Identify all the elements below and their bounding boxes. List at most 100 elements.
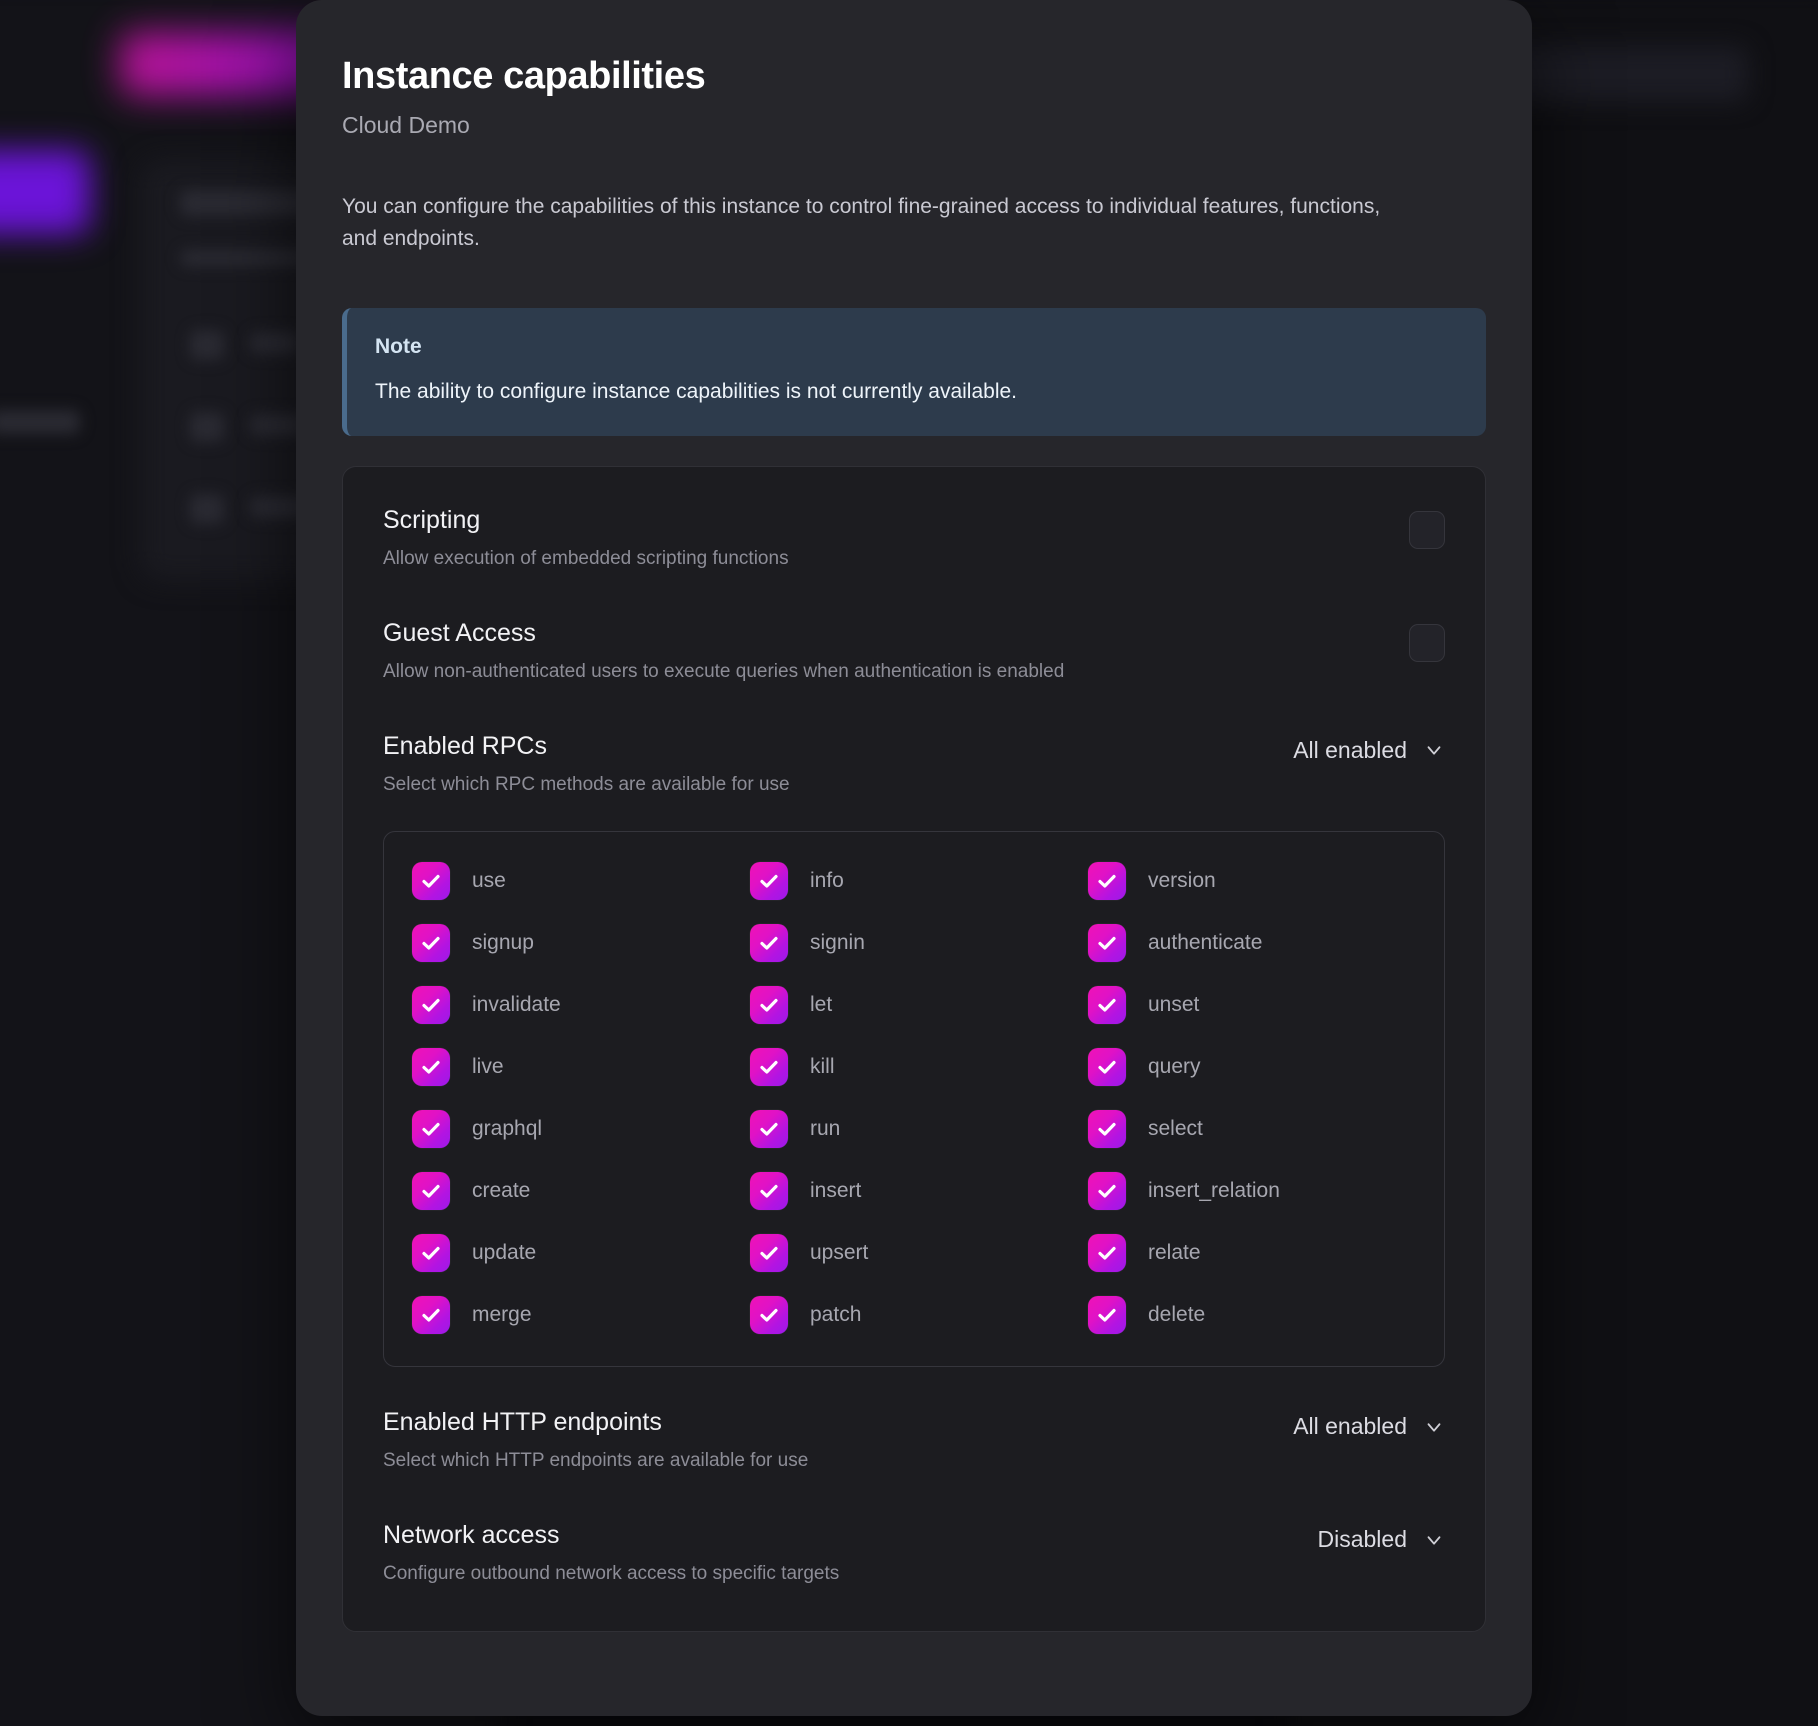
rpc-method-label: kill [810, 1055, 835, 1079]
rpc-method-kill[interactable]: kill [750, 1048, 1078, 1087]
enabled-rpcs-title: Enabled RPCs [383, 731, 547, 760]
rpc-method-update[interactable]: update [412, 1234, 740, 1273]
checkbox-checked-icon[interactable] [1088, 1172, 1126, 1211]
checkbox-checked-icon[interactable] [1088, 1048, 1126, 1087]
rpc-method-live[interactable]: live [412, 1048, 740, 1087]
checkbox-checked-icon[interactable] [750, 1296, 788, 1335]
chevron-down-icon [1423, 1416, 1445, 1438]
checkbox-checked-icon[interactable] [750, 1048, 788, 1087]
rpc-method-insert_relation[interactable]: insert_relation [1088, 1172, 1416, 1211]
checkbox-checked-icon[interactable] [750, 1234, 788, 1273]
checkbox-checked-icon[interactable] [1088, 862, 1126, 901]
rpc-method-authenticate[interactable]: authenticate [1088, 924, 1416, 963]
rpc-method-info[interactable]: info [750, 862, 1078, 901]
setting-row-enabled-rpcs: Enabled RPCs Select which RPC methods ar… [383, 731, 1445, 798]
checkbox-checked-icon[interactable] [750, 1172, 788, 1211]
enabled-rpcs-description: Select which RPC methods are available f… [383, 773, 790, 795]
checkbox-checked-icon[interactable] [750, 986, 788, 1025]
setting-row-http-endpoints: Enabled HTTP endpoints Select which HTTP… [383, 1407, 1445, 1474]
checkbox-checked-icon[interactable] [412, 1172, 450, 1211]
rpc-method-unset[interactable]: unset [1088, 986, 1416, 1025]
rpc-method-version[interactable]: version [1088, 862, 1416, 901]
rpc-method-use[interactable]: use [412, 862, 740, 901]
network-access-title: Network access [383, 1521, 560, 1550]
http-endpoints-dropdown[interactable]: All enabled [1293, 1413, 1445, 1440]
rpc-method-delete[interactable]: delete [1088, 1296, 1416, 1335]
rpc-method-insert[interactable]: insert [750, 1172, 1078, 1211]
rpc-method-invalidate[interactable]: invalidate [412, 986, 740, 1025]
rpc-method-relate[interactable]: relate [1088, 1234, 1416, 1273]
rpc-method-label: insert [810, 1179, 862, 1203]
rpc-method-run[interactable]: run [750, 1110, 1078, 1149]
rpc-method-label: merge [472, 1303, 532, 1327]
rpc-method-label: live [472, 1055, 504, 1079]
rpc-method-label: delete [1148, 1303, 1206, 1327]
note-callout: Note The ability to configure instance c… [342, 307, 1486, 437]
rpc-method-label: update [472, 1241, 537, 1265]
checkbox-checked-icon[interactable] [1088, 1110, 1126, 1149]
rpc-method-label: run [810, 1117, 841, 1141]
checkbox-checked-icon[interactable] [750, 1110, 788, 1149]
rpc-method-patch[interactable]: patch [750, 1296, 1078, 1335]
capabilities-card: Scripting Allow execution of embedded sc… [342, 466, 1486, 1632]
rpc-method-create[interactable]: create [412, 1172, 740, 1211]
checkbox-checked-icon[interactable] [1088, 924, 1126, 963]
rpc-method-graphql[interactable]: graphql [412, 1110, 740, 1149]
rpc-method-label: unset [1148, 993, 1200, 1017]
rpc-method-label: patch [810, 1303, 862, 1327]
rpc-method-label: invalidate [472, 993, 561, 1017]
note-title: Note [375, 334, 422, 358]
checkbox-checked-icon[interactable] [1088, 986, 1126, 1025]
scripting-description: Allow execution of embedded scripting fu… [383, 548, 789, 570]
instance-capabilities-dialog: Instance capabilities Cloud Demo You can… [296, 0, 1532, 1716]
checkbox-checked-icon[interactable] [412, 862, 450, 901]
rpc-method-signup[interactable]: signup [412, 924, 740, 963]
rpc-method-label: upsert [810, 1241, 869, 1265]
rpc-method-label: select [1148, 1117, 1203, 1141]
backdrop-purple-accent [0, 150, 90, 234]
rpc-method-label: version [1148, 869, 1216, 893]
rpc-method-label: graphql [472, 1117, 543, 1141]
checkbox-checked-icon[interactable] [1088, 1296, 1126, 1335]
rpc-method-label: insert_relation [1148, 1179, 1280, 1203]
checkbox-checked-icon[interactable] [412, 924, 450, 963]
guest-access-title: Guest Access [383, 618, 536, 647]
guest-access-toggle[interactable] [1409, 623, 1445, 662]
setting-row-scripting: Scripting Allow execution of embedded sc… [383, 505, 1445, 572]
checkbox-checked-icon[interactable] [412, 1234, 450, 1273]
checkbox-checked-icon[interactable] [412, 1048, 450, 1087]
checkbox-checked-icon[interactable] [412, 1296, 450, 1335]
checkbox-checked-icon[interactable] [412, 986, 450, 1025]
checkbox-checked-icon[interactable] [412, 1110, 450, 1149]
rpc-method-label: signup [472, 931, 534, 955]
setting-row-network-access: Network access Configure outbound networ… [383, 1520, 1445, 1587]
instance-name-subtitle: Cloud Demo [342, 111, 470, 138]
rpc-method-merge[interactable]: merge [412, 1296, 740, 1335]
rpc-method-query[interactable]: query [1088, 1048, 1416, 1087]
rpc-method-label: relate [1148, 1241, 1201, 1265]
http-endpoints-title: Enabled HTTP endpoints [383, 1408, 662, 1437]
checkbox-checked-icon[interactable] [750, 862, 788, 901]
rpc-method-label: info [810, 869, 844, 893]
checkbox-checked-icon[interactable] [750, 924, 788, 963]
rpc-method-select[interactable]: select [1088, 1110, 1416, 1149]
enabled-rpcs-dropdown[interactable]: All enabled [1293, 737, 1445, 764]
backdrop-text-line [190, 330, 224, 360]
rpc-method-upsert[interactable]: upsert [750, 1234, 1078, 1273]
rpc-method-label: signin [810, 931, 865, 955]
rpc-method-signin[interactable]: signin [750, 924, 1078, 963]
network-access-dropdown[interactable]: Disabled [1318, 1526, 1446, 1553]
scripting-toggle[interactable] [1409, 511, 1445, 550]
scripting-title: Scripting [383, 506, 481, 535]
checkbox-checked-icon[interactable] [1088, 1234, 1126, 1273]
rpc-method-label: query [1148, 1055, 1201, 1079]
backdrop-text-line [250, 332, 300, 354]
backdrop-text-line [0, 410, 80, 434]
chevron-down-icon [1423, 739, 1445, 761]
rpc-method-label: create [472, 1179, 531, 1203]
rpc-method-let[interactable]: let [750, 986, 1078, 1025]
http-endpoints-value: All enabled [1293, 1413, 1407, 1440]
dialog-description: You can configure the capabilities of th… [342, 194, 1381, 251]
note-body: The ability to configure instance capabi… [375, 379, 1018, 403]
rpc-methods-grid: use info version signup signin authenticate in… [412, 862, 1416, 1335]
